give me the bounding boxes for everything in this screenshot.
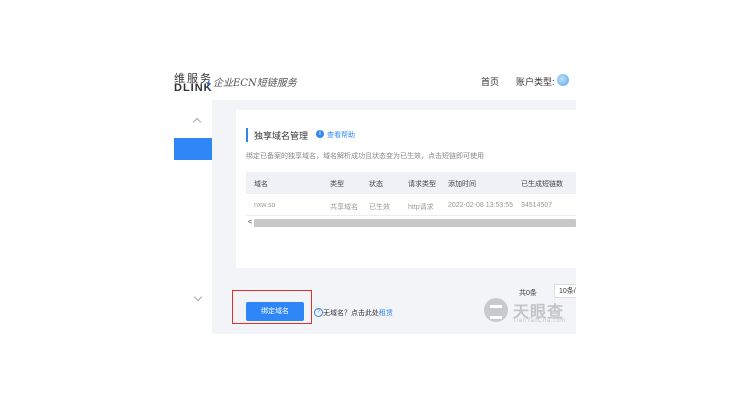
watermark-text-en: TianYanCha.com: [513, 318, 566, 324]
cell-request-type: http请求: [408, 204, 434, 211]
no-domain-text: 无域名？点击此处: [323, 310, 379, 317]
highlight-box: [232, 290, 312, 324]
row-divider: [246, 215, 576, 216]
col-header-short-links: 已生成短链数: [521, 181, 563, 188]
slogan-text: 企业ECN短链服务: [213, 78, 297, 89]
lease-link[interactable]: 租赁: [379, 310, 393, 317]
chevron-down-icon[interactable]: [193, 292, 203, 302]
no-domain-hint: 无域名？点击此处租赁: [323, 308, 393, 318]
sidebar-item-active[interactable]: [174, 138, 212, 160]
col-header-status: 状态: [369, 181, 383, 188]
section-accent-bar: [246, 128, 248, 142]
nav-home-link[interactable]: 首页: [481, 75, 499, 88]
chevron-up-icon[interactable]: [192, 117, 202, 127]
app-window: 维服务 DLINK 企业ECN短链服务 首页 账户类型: 独享域名管理 i 查看…: [174, 62, 576, 334]
horizontal-scrollbar[interactable]: [254, 219, 576, 227]
slogan-dot-icon: [207, 82, 210, 85]
col-header-domain: 域名: [254, 181, 268, 188]
section-description: 绑定已备案的独享域名，域名解析成功且状态变为已生效，点击短链即可使用: [246, 153, 484, 160]
scroll-left-arrow-icon[interactable]: <: [248, 219, 252, 226]
top-header: 维服务 DLINK 企业ECN短链服务 首页 账户类型:: [174, 62, 576, 98]
question-icon: ?: [314, 308, 323, 317]
col-header-added-time: 添加时间: [448, 181, 476, 188]
slogan: 企业ECN短链服务: [207, 74, 297, 89]
info-icon[interactable]: i: [316, 130, 324, 138]
help-link[interactable]: 查看帮助: [327, 130, 355, 140]
col-header-request-type: 请求类型: [408, 181, 436, 188]
sidebar: [174, 100, 212, 334]
section-title: 独享域名管理: [254, 131, 309, 141]
col-header-type: 类型: [330, 181, 344, 188]
cell-type: 共享域名: [330, 204, 358, 211]
watermark: 天眼查 TianYanCha.com: [484, 296, 574, 330]
nav-account-type[interactable]: 账户类型:: [516, 75, 555, 88]
cell-domain: nxw.so: [254, 202, 276, 209]
cell-short-links: 34514507: [521, 202, 553, 209]
diamond-icon[interactable]: [557, 74, 569, 86]
cell-status: 已生效: [369, 204, 390, 211]
watermark-logo-icon: [484, 298, 508, 322]
cell-added-time: 2022-02-08 13:53:55: [448, 202, 513, 209]
